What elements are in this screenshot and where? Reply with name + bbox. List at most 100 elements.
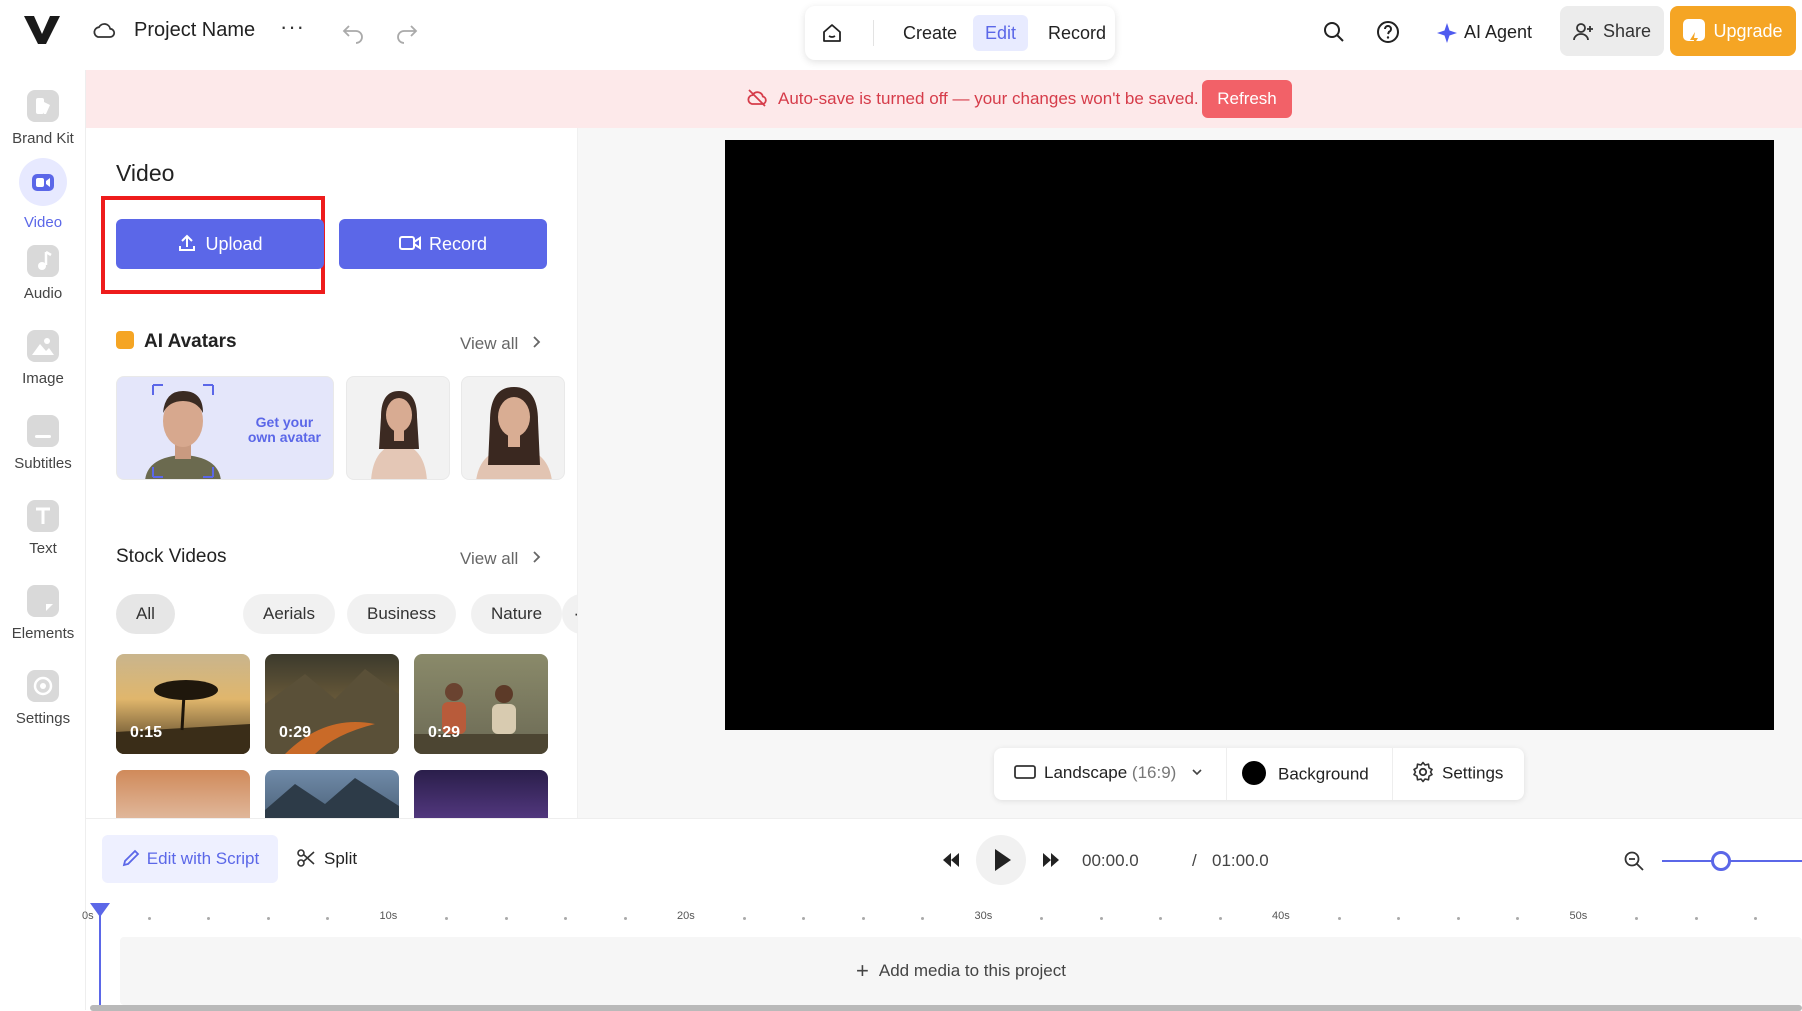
image-icon (27, 330, 59, 362)
split-button[interactable]: Split (296, 835, 357, 883)
zoom-slider-thumb[interactable] (1710, 851, 1731, 871)
zoom-out-icon[interactable] (1622, 849, 1646, 873)
share-button[interactable]: Share (1560, 6, 1664, 56)
ai-agent-button[interactable]: AI Agent (1436, 16, 1532, 48)
filter-chip-aerials[interactable]: Aerials (243, 594, 335, 634)
redo-icon[interactable] (394, 18, 420, 44)
aspect-ratio-dropdown[interactable]: Landscape (16:9) (1014, 763, 1211, 783)
divider (1392, 748, 1393, 800)
camera-icon (398, 236, 421, 251)
upload-icon (179, 234, 196, 252)
project-more-button[interactable]: ··· (280, 14, 305, 40)
sidebar-item-subtitles[interactable]: Subtitles (0, 415, 86, 472)
ai-avatars-view-all-link[interactable]: View all (460, 334, 543, 354)
lightning-icon (116, 331, 134, 349)
fast-forward-icon[interactable] (1038, 849, 1064, 871)
record-button[interactable]: Record (339, 219, 547, 269)
ai-agent-label: AI Agent (1464, 22, 1533, 42)
divider (873, 20, 874, 46)
ruler-tick (1099, 917, 1103, 920)
stock-video-thumbnail[interactable] (414, 770, 548, 818)
upgrade-button[interactable]: Upgrade (1670, 6, 1796, 56)
filter-chip-business[interactable]: Business (347, 594, 456, 634)
sidebar-item-elements[interactable]: Elements (0, 585, 86, 642)
tab-create[interactable]: Create (891, 15, 969, 51)
search-icon[interactable] (1320, 18, 1348, 46)
current-time: 00:00.0 (1082, 851, 1139, 870)
ruler-label: 30s (974, 910, 993, 922)
ruler-tick (326, 917, 329, 920)
zoom-slider-track[interactable] (1662, 860, 1802, 862)
upload-button[interactable]: Upload (116, 219, 324, 269)
ai-avatars-heading: AI Avatars (116, 331, 237, 353)
ruler-tick (1218, 917, 1222, 920)
stock-video-thumbnail[interactable]: 0:29 (414, 654, 548, 754)
stock-video-thumbnail[interactable]: 0:15 (116, 654, 250, 754)
help-icon[interactable] (1374, 18, 1402, 46)
project-name[interactable]: Project Name (134, 19, 255, 42)
text-icon (27, 500, 59, 532)
tab-edit[interactable]: Edit (973, 15, 1029, 51)
sidebar-item-brand-kit[interactable]: Brand Kit (0, 90, 86, 147)
video-duration: 0:29 (279, 724, 312, 741)
video-duration: 0:15 (130, 724, 163, 741)
timeline-scrollbar[interactable] (90, 1005, 1802, 1011)
sidebar-item-image[interactable]: Image (0, 330, 86, 387)
rewind-icon[interactable] (938, 849, 964, 871)
sidebar-item-audio[interactable]: Audio (0, 245, 86, 302)
banner-message: Auto-save is turned off — your changes w… (746, 88, 1199, 110)
sidebar-item-text[interactable]: Text (0, 500, 86, 557)
undo-icon[interactable] (340, 18, 366, 44)
refresh-button[interactable]: Refresh (1202, 80, 1292, 118)
canvas-toolbar: Landscape (16:9) Background Settings (994, 748, 1524, 800)
get-own-avatar-text: Get your own avatar (247, 414, 321, 445)
sidebar-item-video[interactable]: Video (0, 158, 86, 231)
video-preview-canvas[interactable] (725, 140, 1774, 730)
scissors-icon (297, 848, 315, 867)
background-button[interactable]: Background (1242, 761, 1369, 787)
add-media-dropzone[interactable]: + Add media to this project (120, 937, 1802, 1005)
ruler-tick (147, 917, 151, 920)
sidebar-item-settings[interactable]: Settings (0, 670, 86, 727)
avatar-woman-image (371, 391, 427, 479)
chevron-right-icon (533, 336, 541, 348)
stock-video-thumbnail[interactable]: 0:29 (265, 654, 399, 754)
get-own-avatar-card[interactable]: Get your own avatar (116, 376, 334, 480)
filter-chip-more[interactable]: ··· (562, 594, 577, 634)
chevron-down-icon (1192, 768, 1202, 775)
filter-chip-nature[interactable]: Nature (471, 594, 563, 634)
edit-with-script-button[interactable]: Edit with Script (102, 835, 278, 883)
mode-switcher: Create Edit Record (805, 6, 1115, 60)
time-separator: / (1192, 851, 1197, 870)
ruler-tick (1040, 917, 1043, 920)
stock-video-thumbnail[interactable] (116, 770, 250, 818)
ruler-tick (623, 917, 627, 920)
play-button[interactable] (976, 835, 1026, 885)
stock-video-thumbnail[interactable] (265, 770, 399, 818)
home-icon[interactable] (817, 18, 847, 48)
app-logo-icon[interactable] (22, 12, 62, 48)
avatar-thumbnail[interactable] (346, 376, 450, 480)
top-bar: Project Name ··· Create Edit Record AI A… (0, 0, 1802, 70)
ruler-tick (1635, 917, 1638, 920)
background-color-swatch (1242, 761, 1266, 785)
ruler-tick (266, 917, 270, 920)
avatar-thumbnail[interactable] (461, 376, 565, 480)
ruler-label: 40s (1272, 910, 1290, 922)
ruler-label: 20s (677, 910, 695, 922)
ruler-tick (445, 917, 448, 920)
ruler-tick (861, 917, 865, 920)
ruler-label: 50s (1569, 910, 1588, 922)
tab-record[interactable]: Record (1036, 15, 1118, 51)
mountains-image (265, 778, 399, 818)
stock-videos-view-all-link[interactable]: View all (460, 549, 543, 569)
elements-icon (27, 585, 59, 617)
stock-videos-heading: Stock Videos (116, 546, 227, 567)
sidebar-item-label: Text (29, 540, 57, 557)
timeline-ruler[interactable]: 0s 10s 20s 30s 40s 50s (82, 907, 1802, 931)
gear-icon (1413, 761, 1433, 783)
video-duration: 0:29 (428, 724, 461, 741)
video-panel: Video Upload Record AI Avatars View all … (86, 128, 578, 818)
canvas-settings-button[interactable]: Settings (1412, 761, 1503, 785)
filter-chip-all[interactable]: All (116, 594, 175, 634)
